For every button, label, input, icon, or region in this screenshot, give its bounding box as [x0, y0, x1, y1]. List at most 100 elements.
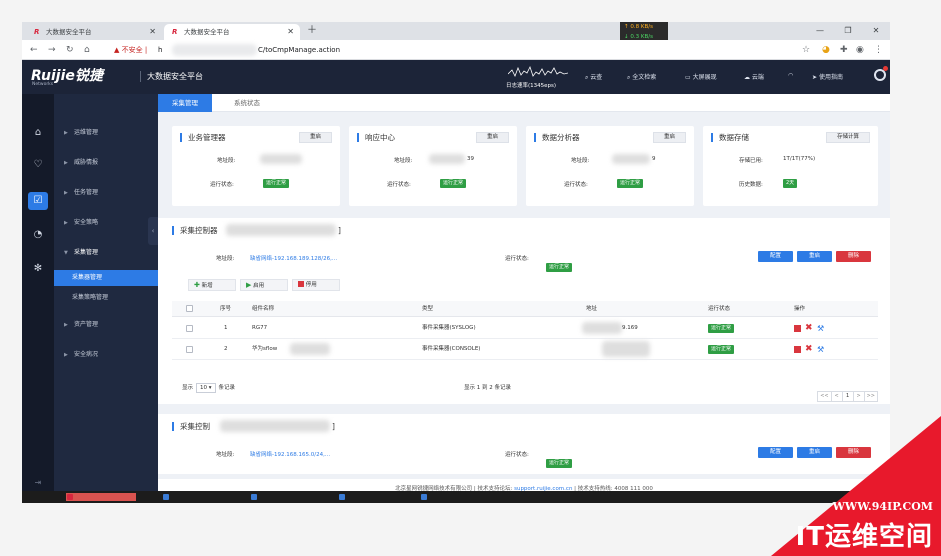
stop-icon[interactable] [794, 346, 801, 353]
segment-label: 地址段: [216, 452, 235, 458]
collapse-rail-icon[interactable]: ⇥ [28, 474, 48, 492]
sidebar-item-security-status[interactable]: ▶ 安全病况 [54, 348, 158, 362]
home-icon[interactable]: ⌂ [84, 40, 90, 60]
row-index: 1 [224, 325, 228, 331]
nav-user-guide[interactable]: ➤ 使用指南 [812, 72, 843, 81]
card-title: 数据分析器 [534, 133, 580, 142]
sidebar-item-tasks[interactable]: ▶ 任务管理 [54, 186, 158, 200]
forward-icon[interactable]: → [48, 40, 56, 60]
extension-icon[interactable]: ◕ [822, 40, 830, 60]
bookmark-star-icon[interactable]: ☆ [802, 40, 810, 60]
segment-link[interactable]: 缺省网络-192.168.165.0/24,... [250, 450, 330, 458]
close-tab-icon[interactable]: ✕ [287, 24, 294, 40]
pager-buttons: << <1 > >> [817, 382, 878, 402]
row-name: RG77 [252, 325, 268, 331]
row-checkbox[interactable] [186, 346, 193, 353]
stop-icon[interactable] [794, 325, 801, 332]
delete-icon[interactable]: ✖ [805, 324, 813, 333]
nav-label: 全文检索 [632, 74, 657, 81]
wrench-icon[interactable]: ⚒ [817, 346, 824, 354]
enable-button[interactable]: ▶ 启用 [240, 279, 288, 291]
card-business-manager: 业务管理器 重启 地址段: 运行状态: 运行正常 [172, 126, 340, 206]
url-text[interactable]: C/toCmpManage.action [258, 40, 340, 60]
browser-tab-title: 大数据安全平台 [184, 28, 230, 36]
nav-fulltext-search[interactable]: ⌕ 全文检索 [627, 72, 656, 82]
first-page-button[interactable]: << [817, 391, 832, 402]
disable-button[interactable]: 停用 [292, 279, 340, 291]
nav-big-screen[interactable]: ▭ 大屏展现 [685, 72, 717, 81]
sidebar-item-security-policy[interactable]: ▶ 安全策略 [54, 216, 158, 230]
last-page-button[interactable]: >> [863, 391, 878, 402]
sidebar-item-collection[interactable]: ▼ 采集管理 [54, 246, 158, 260]
maximize-icon[interactable]: ❐ [834, 22, 862, 40]
ruijie-favicon-icon: R [34, 28, 40, 36]
pie-chart-icon[interactable]: ◔ [28, 226, 48, 244]
page-size-control: 显示 10 ▾ 条记录 [182, 380, 235, 396]
sidebar-subitem-collect-policy[interactable]: 采集策略管理 [54, 290, 158, 306]
minimize-icon[interactable]: — [806, 22, 834, 40]
taskbar-item-browser[interactable] [66, 493, 136, 501]
browser-tab-active[interactable]: R 大数据安全平台 ✕ [164, 24, 300, 40]
col-component-name: 组件名称 [252, 306, 275, 312]
sidebar-item-ops[interactable]: ▶ 运维管理 [54, 126, 158, 140]
select-all-checkbox[interactable] [186, 305, 193, 312]
app-header: Ruijie锐捷 Networks 大数据安全平台 日志速率(1345eps) … [22, 60, 890, 94]
taskbar-item[interactable] [162, 493, 212, 501]
redacted-address [602, 341, 650, 357]
sidebar-subitem-collector[interactable]: 采集器管理 [54, 270, 158, 286]
reload-icon[interactable]: ↻ [66, 40, 74, 60]
restart-button[interactable]: 重启 [298, 132, 332, 143]
add-button[interactable]: ✚ 新增 [188, 279, 236, 291]
back-icon[interactable]: ← [30, 40, 38, 60]
sidebar-item-label: 安全策略 [74, 219, 99, 226]
nav-cloud[interactable]: ☁ 云端 [744, 72, 764, 81]
sidebar-item-assets[interactable]: ▶ 资产管理 [54, 318, 158, 332]
nav-cloud-query[interactable]: ⌕ 云查 [585, 72, 602, 82]
home-icon[interactable]: ⌂ [28, 124, 48, 142]
row-checkbox[interactable] [186, 325, 193, 332]
close-window-icon[interactable]: ✕ [862, 22, 890, 40]
chevron-right-icon: ▶ [64, 160, 68, 166]
delete-button[interactable]: 删除 [836, 251, 871, 262]
taskbar-item[interactable] [420, 493, 480, 501]
sidebar: ▶ 运维管理 ▶ 威胁情报 ▶ 任务管理 ▶ 安全策略 ▼ 采集管理 采集器管理 采集策略… [54, 94, 158, 500]
sidebar-item-label: 威胁情报 [74, 159, 99, 166]
window-controls: — ❐ ✕ [806, 22, 890, 40]
tab-system-status[interactable]: 系统状态 [220, 94, 274, 112]
nav-support[interactable]: ◠ [788, 72, 793, 79]
network-speed-widget: ↑ 0.8 KB/s ↓ 0.3 KB/s [620, 22, 668, 42]
profile-icon[interactable]: ◉ [856, 40, 864, 60]
address-bar: ← → ↻ ⌂ ▲ 不安全 | h C/toCmpManage.action ☆… [22, 40, 890, 60]
taskbar-item[interactable] [338, 493, 398, 501]
delete-icon[interactable]: ✖ [805, 345, 813, 354]
storage-calc-button[interactable]: 存储计算 [825, 132, 870, 143]
insecure-indicator[interactable]: ▲ 不安全 | [114, 40, 147, 60]
gear-icon[interactable]: ✻ [28, 260, 48, 278]
new-tab-icon[interactable]: ＋ [307, 24, 317, 38]
nav-label: 云查 [590, 74, 603, 81]
tab-collection-management[interactable]: 采集管理 [158, 94, 212, 112]
sidebar-fold-handle[interactable]: ‹ [148, 217, 158, 245]
product-name: 大数据安全平台 [140, 71, 203, 82]
redacted-name [226, 224, 336, 236]
segment-link[interactable]: 缺省网络-192.168.189.128/26,... [250, 254, 337, 262]
url-prefix[interactable]: h [158, 40, 162, 60]
sidebar-item-label: 运维管理 [74, 129, 99, 136]
card-data-analyzer: 数据分析器 重启 地址段: 9 运行状态: 运行正常 [526, 126, 694, 206]
restart-button[interactable]: 重启 [475, 132, 509, 143]
collection-icon[interactable]: ☑ [28, 192, 48, 210]
segment-label: 地址段: [216, 256, 235, 262]
wrench-icon[interactable]: ⚒ [817, 325, 824, 333]
page-size-select[interactable]: 10 ▾ [196, 383, 216, 393]
pulse-icon[interactable]: ♡ [28, 156, 48, 174]
menu-kebab-icon[interactable]: ⋮ [874, 40, 883, 60]
restart-button[interactable]: 重启 [652, 132, 686, 143]
browser-tab[interactable]: R 大数据安全平台 ✕ [26, 24, 162, 40]
sidebar-item-threat-intel[interactable]: ▶ 威胁情报 [54, 156, 158, 170]
close-tab-icon[interactable]: ✕ [149, 24, 156, 40]
taskbar-item[interactable] [250, 493, 320, 501]
config-button[interactable]: 配置 [758, 251, 793, 262]
puzzle-icon[interactable]: ✚ [840, 40, 848, 60]
log-rate-wave-icon [508, 65, 568, 77]
restart-button[interactable]: 重启 [797, 251, 832, 262]
